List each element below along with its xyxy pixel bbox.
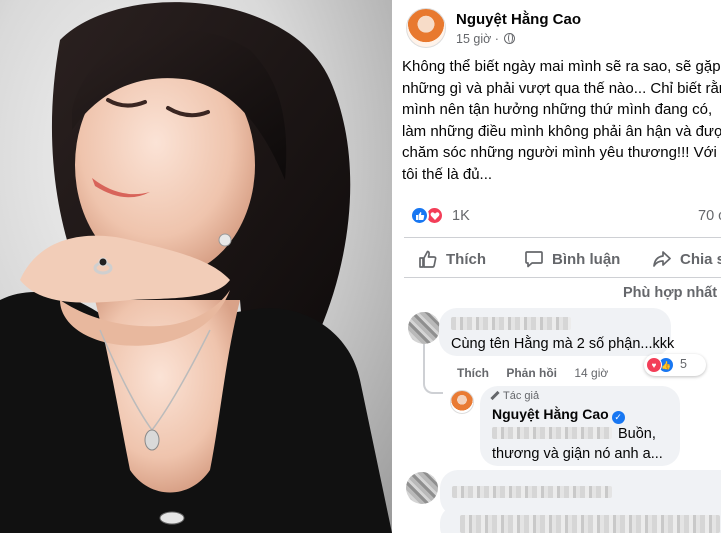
comment-actions: Thích Phản hồi 14 giờ bbox=[457, 366, 622, 380]
woman-portrait-photo bbox=[0, 0, 392, 533]
post-text-line: mình nên tận hưởng những thứ mình đang c… bbox=[402, 101, 713, 118]
reply-line1-text: Buồn, bbox=[618, 426, 656, 442]
like-button-label: Thích bbox=[446, 250, 486, 268]
comment-text: Cùng tên Hằng mà 2 số phận...kkk bbox=[451, 336, 675, 352]
love-reaction-icon: ♥ bbox=[646, 357, 662, 373]
reply-text-line2: thương và giận nó anh a... bbox=[492, 446, 663, 462]
comment-button-label: Bình luận bbox=[552, 250, 621, 268]
post-header: Nguyệt Hằng Cao 15 giờ · bbox=[406, 8, 721, 50]
post-actions-bar: Thích Bình luận Chia s bbox=[392, 242, 721, 276]
share-button-label: Chia s bbox=[680, 250, 721, 268]
globe-icon bbox=[504, 33, 516, 44]
author-badge-label: Tác giả bbox=[503, 390, 540, 402]
comment-reply-link[interactable]: Phản hồi bbox=[506, 366, 557, 380]
post-time[interactable]: 15 giờ · bbox=[456, 32, 499, 46]
post-meta: 15 giờ · bbox=[456, 32, 516, 46]
post-text: Không thể biết ngày mai mình sẽ ra sao, … bbox=[402, 56, 721, 185]
portrait-illustration bbox=[0, 2, 392, 533]
pencil-icon bbox=[490, 390, 500, 401]
share-button[interactable]: Chia s bbox=[652, 242, 721, 276]
comment-bubble-icon bbox=[525, 251, 543, 268]
share-arrow-icon bbox=[653, 251, 671, 267]
reply-text-line1: Buồn, bbox=[492, 426, 656, 442]
reply-thread-line bbox=[423, 344, 443, 394]
author-name[interactable]: Nguyệt Hằng Cao bbox=[456, 11, 581, 28]
comment-bubble bbox=[440, 505, 721, 533]
commenter-name-redacted[interactable] bbox=[451, 317, 571, 330]
sort-label: Phù hợp nhất bbox=[623, 285, 718, 301]
commenter-avatar[interactable] bbox=[406, 472, 438, 504]
divider bbox=[404, 277, 721, 278]
divider bbox=[404, 237, 721, 238]
post-text-line: chăm sóc những người mình yêu thương!!! … bbox=[402, 144, 717, 161]
author-reply-avatar[interactable] bbox=[450, 390, 474, 414]
author-avatar[interactable] bbox=[406, 8, 446, 48]
reply-author-name[interactable]: Nguyệt Hằng Cao ✓ bbox=[492, 406, 625, 424]
post-text-line: tôi thế là đủ... bbox=[402, 165, 493, 183]
post-text-line: những gì và phải vượt qua thế nào... Chỉ… bbox=[402, 79, 721, 97]
reply-bubble: Tác giả Nguyệt Hằng Cao ✓ Buồn, thương và… bbox=[480, 386, 680, 466]
reactions-count: 1K bbox=[452, 208, 470, 224]
comment-button[interactable]: Bình luận bbox=[524, 242, 620, 276]
comment-time[interactable]: 14 giờ bbox=[574, 366, 608, 380]
post-text-line: Không thể biết ngày mai mình sẽ ra sao, … bbox=[402, 58, 721, 75]
comment-reactions[interactable]: ♥ 👍 5 bbox=[644, 354, 706, 376]
redacted-text bbox=[452, 486, 612, 498]
comment-like-link[interactable]: Thích bbox=[457, 366, 489, 380]
redacted-text bbox=[492, 427, 612, 439]
commenter-avatar[interactable] bbox=[408, 312, 440, 344]
like-button[interactable]: Thích bbox=[418, 242, 486, 276]
thumbs-up-icon bbox=[419, 250, 437, 268]
post-text-line: làm những điều mình không phải ân hận và… bbox=[402, 122, 721, 140]
comment-bubble: Cùng tên Hằng mà 2 số phận...kkk bbox=[439, 308, 675, 356]
reply-author-name-text: Nguyệt Hằng Cao bbox=[492, 406, 609, 422]
comment-sort-dropdown[interactable]: Phù hợp nhất bbox=[623, 285, 721, 301]
comments-count[interactable]: 70 c bbox=[698, 208, 721, 224]
facebook-post: Nguyệt Hằng Cao 15 giờ · Không thể biết … bbox=[392, 0, 721, 533]
reactions-summary[interactable]: 1K 70 c bbox=[410, 206, 721, 228]
redacted-text bbox=[460, 515, 720, 533]
author-badge: Tác giả bbox=[490, 390, 539, 402]
like-reaction-icon bbox=[410, 206, 429, 225]
verified-badge-icon: ✓ bbox=[611, 411, 625, 424]
comment-reaction-count: 5 bbox=[680, 357, 687, 371]
